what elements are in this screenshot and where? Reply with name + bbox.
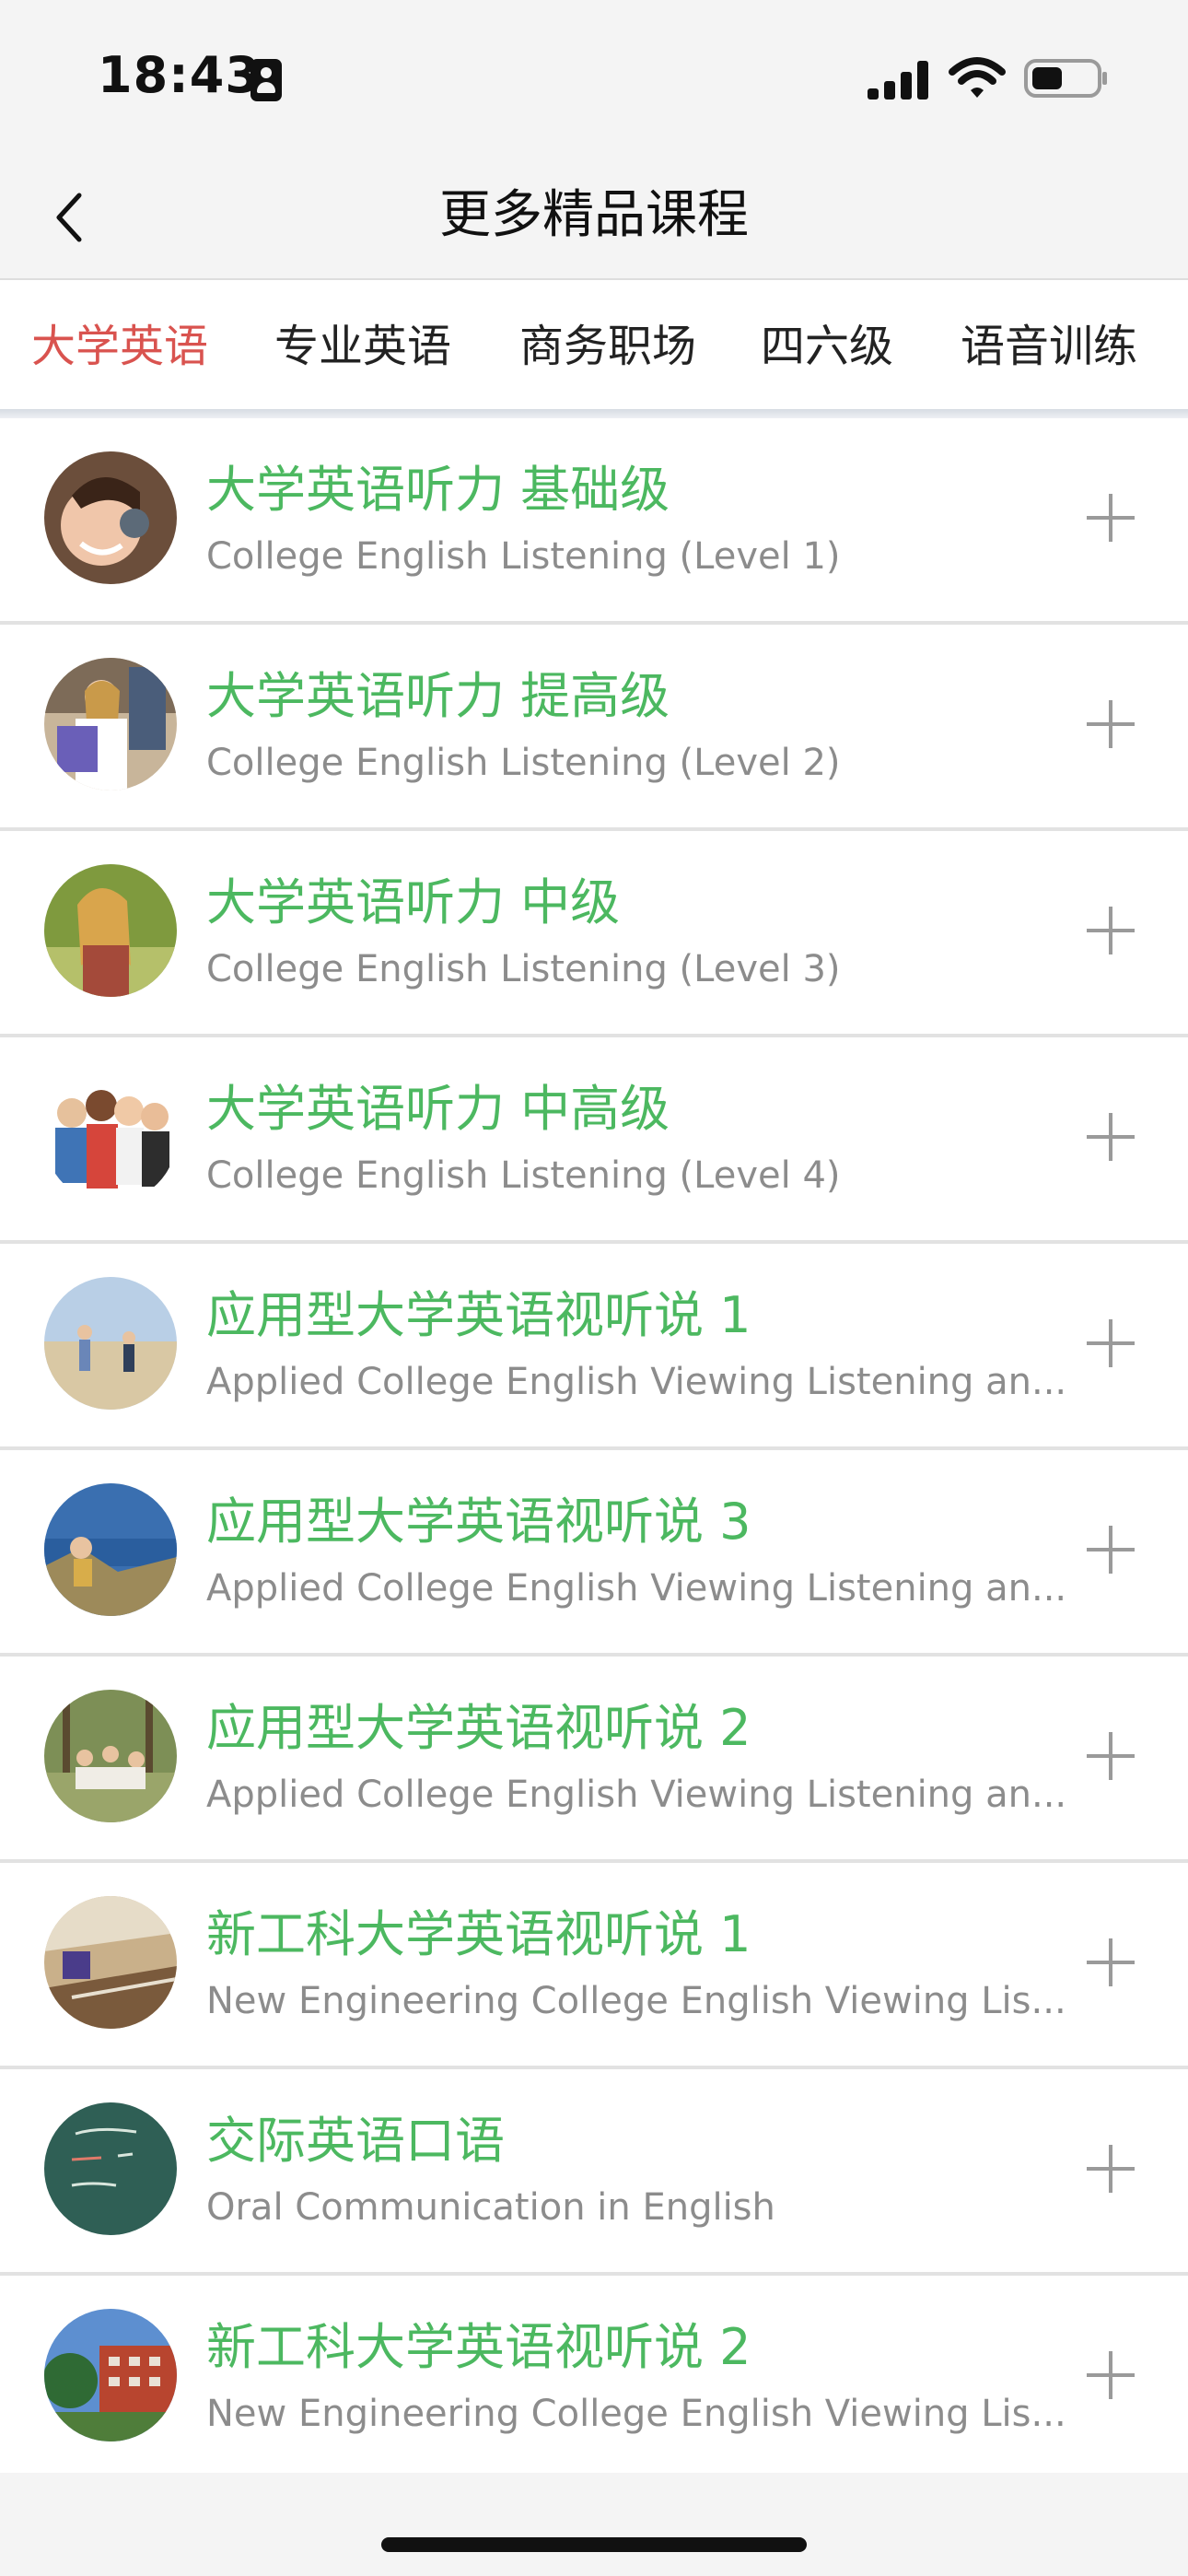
course-subtitle: College English Listening (Level 4) xyxy=(206,1154,841,1197)
add-course-button[interactable] xyxy=(1077,897,1144,964)
add-course-button[interactable] xyxy=(1077,1929,1144,1996)
course-item[interactable]: 新工科大学英语视听说 1 New Engineering College Eng… xyxy=(0,1863,1188,2069)
course-title: 应用型大学英语视听说 3 xyxy=(206,1493,751,1551)
course-thumbnail xyxy=(44,2309,177,2441)
id-card-icon xyxy=(250,59,282,101)
course-subtitle: New Engineering College English Viewing … xyxy=(206,1980,1066,2022)
course-item[interactable]: 大学英语听力 基础级 College English Listening (Le… xyxy=(0,418,1188,625)
course-title: 新工科大学英语视听说 2 xyxy=(206,2318,751,2376)
course-subtitle: College English Listening (Level 2) xyxy=(206,742,841,784)
course-title: 大学英语听力 中级 xyxy=(206,873,621,931)
course-thumbnail xyxy=(44,864,177,997)
tab-professional-english[interactable]: 专业英语 xyxy=(274,313,451,380)
course-subtitle: Applied College English Viewing Listenin… xyxy=(206,1567,1067,1610)
tab-cet-4-6[interactable]: 四六级 xyxy=(761,313,893,380)
course-title: 大学英语听力 基础级 xyxy=(206,461,670,519)
course-item[interactable]: 交际英语口语 Oral Communication in English xyxy=(0,2069,1188,2276)
tab-college-english[interactable]: 大学英语 xyxy=(31,313,208,380)
course-item[interactable]: 大学英语听力 中级 College English Listening (Lev… xyxy=(0,831,1188,1037)
course-subtitle: College English Listening (Level 3) xyxy=(206,948,841,990)
course-title: 新工科大学英语视听说 1 xyxy=(206,1905,751,1963)
course-list: 大学英语听力 基础级 College English Listening (Le… xyxy=(0,418,1188,2482)
course-subtitle: College English Listening (Level 1) xyxy=(206,535,841,578)
wifi-icon xyxy=(949,57,1006,98)
add-course-button[interactable] xyxy=(1077,1310,1144,1376)
add-course-button[interactable] xyxy=(1077,485,1144,551)
tab-business-workplace[interactable]: 商务职场 xyxy=(519,313,696,380)
course-item[interactable]: 应用型大学英语视听说 1 Applied College English Vie… xyxy=(0,1244,1188,1450)
course-item[interactable]: 应用型大学英语视听说 3 Applied College English Vie… xyxy=(0,1450,1188,1657)
course-item[interactable]: 新工科大学英语视听说 2 New Engineering College Eng… xyxy=(0,2276,1188,2482)
home-indicator[interactable] xyxy=(381,2537,807,2552)
course-thumbnail xyxy=(44,1483,177,1616)
course-thumbnail xyxy=(44,658,177,790)
course-title: 应用型大学英语视听说 2 xyxy=(206,1699,751,1757)
course-subtitle: Applied College English Viewing Listenin… xyxy=(206,1361,1067,1403)
add-course-button[interactable] xyxy=(1077,1516,1144,1583)
battery-icon xyxy=(1024,59,1107,98)
course-subtitle: Oral Communication in English xyxy=(206,2186,775,2229)
add-course-button[interactable] xyxy=(1077,691,1144,757)
nav-header: 更多精品课程 xyxy=(0,157,1188,280)
course-title: 大学英语听力 提高级 xyxy=(206,667,670,725)
course-thumbnail xyxy=(44,1896,177,2029)
course-thumbnail xyxy=(44,1277,177,1410)
category-tabs: 大学英语 专业英语 商务职场 四六级 语音训练 xyxy=(0,280,1188,409)
course-item[interactable]: 大学英语听力 中高级 College English Listening (Le… xyxy=(0,1037,1188,1244)
tabs-divider xyxy=(0,409,1188,418)
course-title: 应用型大学英语视听说 1 xyxy=(206,1286,751,1344)
cellular-signal-icon xyxy=(868,61,928,100)
add-course-button[interactable] xyxy=(1077,1104,1144,1170)
tab-pronunciation-training[interactable]: 语音训练 xyxy=(961,313,1137,380)
course-thumbnail xyxy=(44,2102,177,2235)
add-course-button[interactable] xyxy=(1077,2136,1144,2202)
course-title: 大学英语听力 中高级 xyxy=(206,1080,670,1138)
course-title: 交际英语口语 xyxy=(206,2112,505,2170)
course-thumbnail xyxy=(44,451,177,584)
add-course-button[interactable] xyxy=(1077,2342,1144,2408)
bottom-safe-area xyxy=(0,2473,1188,2576)
course-item[interactable]: 大学英语听力 提高级 College English Listening (Le… xyxy=(0,625,1188,831)
course-subtitle: Applied College English Viewing Listenin… xyxy=(206,1774,1067,1816)
course-thumbnail xyxy=(44,1690,177,1822)
course-thumbnail xyxy=(44,1071,177,1203)
course-item[interactable]: 应用型大学英语视听说 2 Applied College English Vie… xyxy=(0,1657,1188,1863)
status-time: 18:43 xyxy=(98,46,261,104)
add-course-button[interactable] xyxy=(1077,1723,1144,1789)
status-bar: 18:43 xyxy=(0,0,1188,157)
course-subtitle: New Engineering College English Viewing … xyxy=(206,2393,1066,2435)
page-title: 更多精品课程 xyxy=(439,185,749,245)
